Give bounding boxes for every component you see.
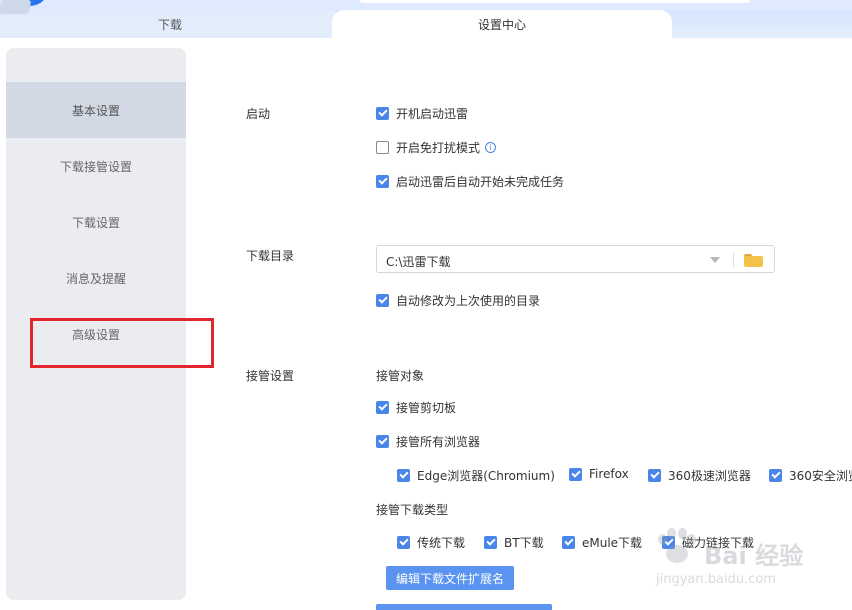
info-icon[interactable]: i — [485, 142, 497, 153]
checkbox-label: Firefox — [589, 467, 629, 481]
checkbox-do-not-disturb[interactable]: 开启免打扰模式 i — [376, 139, 497, 156]
checkbox-checked-icon[interactable] — [769, 469, 782, 482]
baidu-jingyan-watermark: Bai 经验 jingyan.baidu.com — [656, 522, 826, 592]
watermark-text: Bai 经验 — [704, 542, 804, 570]
edit-extensions-button[interactable]: 编辑下载文件扩展名 — [386, 566, 514, 590]
checkbox-checked-icon[interactable] — [376, 435, 389, 448]
checkbox-label: 自动修改为上次使用的目录 — [396, 294, 541, 308]
next-button-edge[interactable] — [376, 604, 552, 610]
takeover-types-label: 接管下载类型 — [376, 503, 449, 517]
takeover-targets-label: 接管对象 — [376, 369, 425, 383]
checkbox-type-traditional[interactable]: 传统下载 — [397, 534, 465, 551]
checkbox-type-bt[interactable]: BT下载 — [484, 534, 544, 551]
download-dir-path: C:\迅雷下载 — [386, 255, 451, 269]
watermark-url: jingyan.baidu.com — [656, 572, 776, 587]
checkbox-auto-modify-dir[interactable]: 自动修改为上次使用的目录 — [376, 292, 540, 309]
checkbox-checked-icon[interactable] — [397, 536, 410, 549]
folder-icon[interactable] — [744, 254, 763, 267]
checkbox-checked-icon[interactable] — [569, 467, 582, 481]
sidebar-item-label: 消息及提醒 — [65, 271, 126, 286]
chevron-down-icon[interactable] — [710, 257, 720, 263]
search-bar-edge[interactable] — [360, 0, 750, 3]
checkbox-browser-firefox[interactable]: Firefox — [569, 467, 629, 481]
checkbox-checked-icon[interactable] — [484, 536, 497, 549]
tab-settings[interactable]: 设置中心 — [332, 10, 672, 38]
checkbox-label: 接管剪切板 — [396, 401, 457, 415]
checkbox-label: Edge浏览器(Chromium) — [417, 469, 555, 483]
checkbox-checked-icon[interactable] — [648, 469, 661, 482]
checkbox-label: 360安全浏览 — [789, 469, 852, 483]
section-label-download-dir: 下载目录 — [246, 249, 295, 263]
sidebar-item-label: 基本设置 — [71, 103, 120, 118]
checkbox-label: BT下载 — [504, 536, 544, 550]
download-dir-select[interactable]: C:\迅雷下载 — [376, 245, 775, 273]
checkbox-browser-360-extreme[interactable]: 360极速浏览器 — [648, 467, 751, 484]
checkbox-checked-icon[interactable] — [376, 175, 389, 188]
checkbox-label: eMule下载 — [582, 536, 643, 550]
sidebar-item-label: 下载接管设置 — [59, 159, 132, 174]
checkbox-auto-start[interactable]: 开机启动迅雷 — [376, 105, 468, 122]
sidebar-item-download[interactable]: 下载设置 — [6, 194, 186, 250]
checkbox-checked-icon[interactable] — [376, 294, 389, 307]
checkbox-label: 开启免打扰模式 — [396, 141, 481, 155]
checkbox-clipboard[interactable]: 接管剪切板 — [376, 399, 456, 416]
checkbox-checked-icon[interactable] — [376, 107, 389, 120]
checkbox-label: 360极速浏览器 — [668, 469, 751, 483]
tab-download[interactable]: 下载 — [0, 10, 340, 38]
section-label-startup: 启动 — [246, 107, 271, 121]
checkbox-label: 启动迅雷后自动开始未完成任务 — [396, 175, 565, 189]
divider — [733, 252, 734, 268]
section-label-takeover: 接管设置 — [246, 369, 295, 383]
checkbox-checked-icon[interactable] — [397, 469, 410, 482]
sidebar-item-basic[interactable]: 基本设置 — [6, 82, 186, 138]
sidebar-item-label: 下载设置 — [71, 215, 120, 230]
checkbox-type-emule[interactable]: eMule下载 — [562, 534, 642, 551]
checkbox-checked-icon[interactable] — [376, 401, 389, 414]
sidebar-item-takeover[interactable]: 下载接管设置 — [6, 138, 186, 194]
checkbox-resume-tasks[interactable]: 启动迅雷后自动开始未完成任务 — [376, 173, 564, 190]
checkbox-checked-icon[interactable] — [562, 536, 575, 549]
tab-bar: 下载 设置中心 — [0, 0, 852, 38]
tab-download-label: 下载 — [157, 17, 182, 32]
checkbox-label: 传统下载 — [417, 536, 466, 550]
tab-settings-label: 设置中心 — [477, 17, 526, 32]
checkbox-all-browsers[interactable]: 接管所有浏览器 — [376, 433, 480, 450]
checkbox-browser-edge[interactable]: Edge浏览器(Chromium) — [397, 467, 555, 484]
checkbox-label: 接管所有浏览器 — [396, 435, 481, 449]
checkbox-unchecked-icon[interactable] — [376, 141, 389, 154]
annotation-highlight-box — [30, 318, 214, 368]
checkbox-browser-360-safe[interactable]: 360安全浏览 — [769, 467, 852, 484]
checkbox-label: 开机启动迅雷 — [396, 107, 469, 121]
paw-logo-icon — [656, 528, 700, 568]
new-tab-icon[interactable] — [0, 0, 32, 14]
sidebar-item-notifications[interactable]: 消息及提醒 — [6, 250, 186, 306]
